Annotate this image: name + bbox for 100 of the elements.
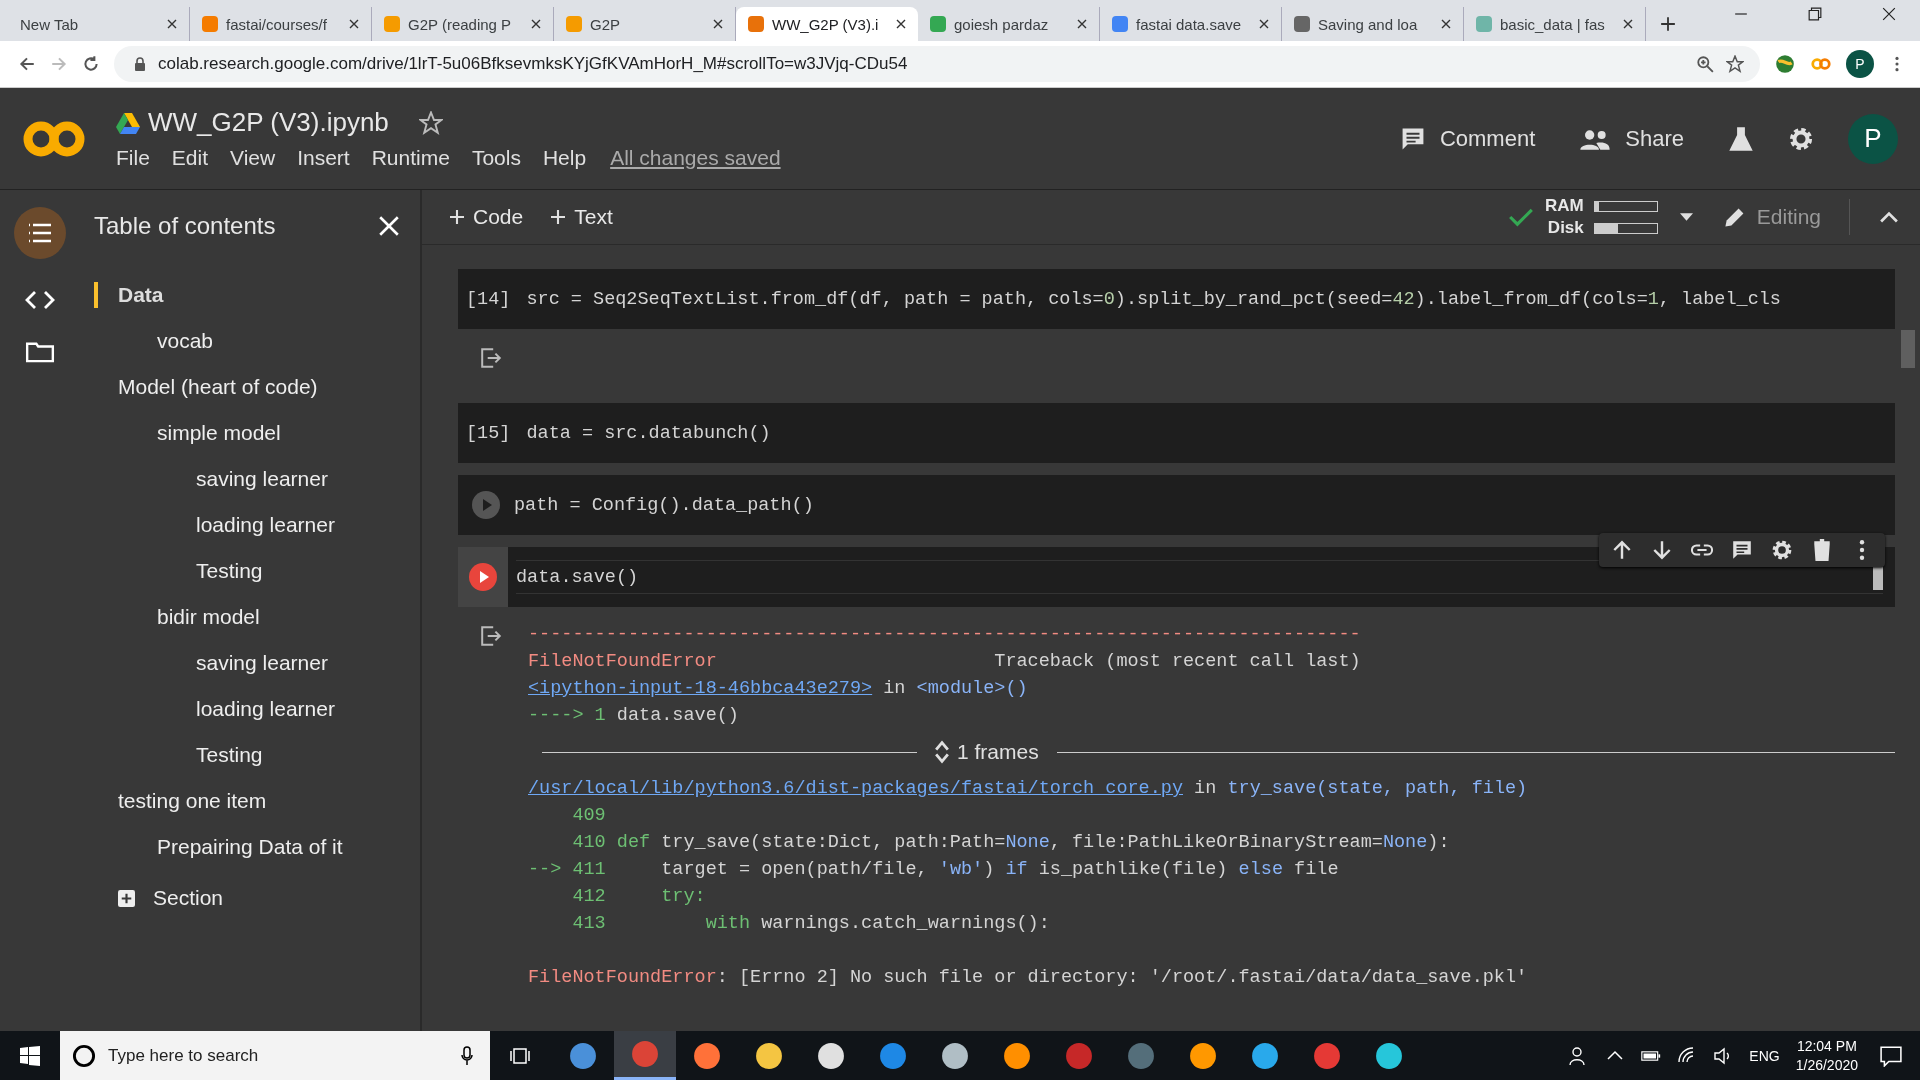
frames-toggle[interactable]: 1 frames <box>935 740 1039 764</box>
menu-item[interactable]: Help <box>542 146 587 170</box>
globe-icon[interactable] <box>1774 53 1796 75</box>
close-icon[interactable] <box>1623 19 1633 29</box>
move-up-icon[interactable] <box>1611 539 1633 561</box>
caret-icon[interactable] <box>1679 212 1693 222</box>
output-icon[interactable] <box>480 347 502 369</box>
clock-time[interactable]: 12:04 PM <box>1796 1038 1857 1054</box>
usage-meter <box>1593 200 1658 212</box>
menu-item[interactable]: Edit <box>171 146 209 170</box>
menu-item[interactable]: File <box>116 146 150 170</box>
menu-item[interactable]: Runtime <box>371 146 450 170</box>
task-view-icon[interactable] <box>510 1045 530 1066</box>
share-button[interactable]: Share <box>1579 125 1684 152</box>
traceback-line: 410 def try_save(state:Dict, path:Path=None, file:PathLikeOrBinaryStream=None): <box>571 831 1451 855</box>
toc-item[interactable]: testing one item <box>94 788 267 814</box>
traceback-line: 412 try: <box>571 885 707 909</box>
close-icon[interactable] <box>167 19 177 29</box>
delete-icon[interactable] <box>1811 539 1833 561</box>
run-button[interactable] <box>468 562 498 592</box>
editing-button[interactable]: Editing <box>1722 199 1850 235</box>
menu-item[interactable]: View <box>230 146 276 170</box>
traceback-line: --------------------------------------------------------------------------- <box>528 623 1362 647</box>
toc-item[interactable]: vocab <box>133 328 214 354</box>
add-code-button[interactable]: Code <box>450 205 524 229</box>
people-icon <box>1579 127 1612 150</box>
user-avatar[interactable]: P <box>1848 113 1898 164</box>
notifications-icon[interactable] <box>1880 1044 1902 1067</box>
resource-label: Disk <box>1547 218 1584 238</box>
star-icon[interactable] <box>418 110 443 135</box>
menu-icon[interactable] <box>14 207 66 259</box>
toc-item[interactable]: Testing <box>172 558 263 584</box>
check-icon <box>1509 207 1534 227</box>
toc-item[interactable]: simple model <box>133 420 281 446</box>
code-line: data.save() <box>516 566 640 588</box>
usage-meter <box>1593 222 1658 234</box>
toc-item[interactable]: Model (heart of code) <box>94 374 318 400</box>
reload-icon[interactable] <box>82 55 100 73</box>
lock-icon <box>134 57 146 71</box>
star-icon[interactable] <box>1726 55 1744 73</box>
close-icon[interactable] <box>1259 19 1269 29</box>
menu-item[interactable]: Tools <box>471 146 521 170</box>
toc-item[interactable]: loading learner <box>172 696 335 722</box>
traceback-line: FileNotFoundError Traceback (most recent call last) <box>528 650 1362 674</box>
toc-item[interactable]: Testing <box>172 742 263 768</box>
close-icon[interactable] <box>531 19 541 29</box>
profile-avatar[interactable]: P <box>1846 50 1874 78</box>
execution-count: [14] <box>466 288 511 310</box>
back-icon[interactable] <box>18 55 36 73</box>
output-icon[interactable] <box>480 625 502 647</box>
new-tab-icon[interactable] <box>1660 16 1676 32</box>
traceback-line: 413 with warnings.catch_warnings(): <box>571 912 1051 936</box>
close-icon[interactable] <box>349 19 359 29</box>
language-indicator[interactable]: ENG <box>1749 1047 1780 1064</box>
code-cell[interactable]: [15] data = src.databunch() <box>458 403 1895 463</box>
close-icon[interactable] <box>1441 19 1451 29</box>
taskbar-search-field[interactable]: Type here to search <box>60 1031 490 1080</box>
close-icon[interactable] <box>896 19 906 29</box>
add-text-button[interactable]: Text <box>551 205 613 229</box>
toc-item[interactable]: saving learner <box>172 650 328 676</box>
toc-item[interactable]: bidir model <box>133 604 260 630</box>
move-down-icon[interactable] <box>1651 539 1673 561</box>
notebook-title[interactable]: WW_G2P (V3).ipynb <box>148 107 389 138</box>
add-section-button[interactable]: Section <box>94 886 224 910</box>
plus-icon <box>118 889 135 907</box>
code-icon[interactable] <box>24 289 56 311</box>
close-icon[interactable] <box>1077 19 1087 29</box>
settings-icon[interactable] <box>1771 539 1793 561</box>
comment-icon[interactable] <box>1731 539 1753 561</box>
start-icon[interactable] <box>20 1045 40 1066</box>
browser-tab[interactable]: WW_G2P (V3).i <box>736 7 918 41</box>
folder-icon[interactable] <box>24 341 56 363</box>
code-line: data = src.databunch() <box>526 422 772 444</box>
settings-icon[interactable] <box>1788 125 1814 152</box>
traceback-line: ----> 1 data.save() <box>528 704 740 728</box>
toc-item[interactable]: saving learner <box>172 466 328 492</box>
traceback-line: --> 411 target = open(path/file, 'wb') if is_pathlike(file) else file <box>528 858 1340 882</box>
toc-item[interactable]: Prepairing Data of it <box>133 834 343 860</box>
code-cell[interactable]: [14] src = Seq2SeqTextList.from_df(df, path = path, cols=0).split_by_rand_pct(seed=42).label_from_df(cols=1, label_cls <box>458 269 1895 329</box>
file-link[interactable]: /usr/local/lib/python3.6/dist-packages/fastai/torch_core.py <box>528 778 1183 799</box>
collapse-icon[interactable] <box>1880 211 1898 223</box>
address-field[interactable]: colab.research.google.com/drive/1lrT-5u06BfksevmksKYjGfKVAmHorH_M#scrollTo=w3JVjq-CDu54 <box>114 46 1760 82</box>
toc-item[interactable]: Data <box>94 282 164 308</box>
close-icon[interactable] <box>713 19 723 29</box>
clock-date[interactable]: 1/26/2020 <box>1795 1057 1858 1073</box>
circle-icon <box>72 1043 96 1068</box>
restore-icon[interactable] <box>1808 7 1822 21</box>
file-link[interactable]: <ipython-input-18-46bbca43e279> <box>528 678 873 699</box>
toc-item[interactable]: loading learner <box>172 512 335 538</box>
flask-icon[interactable] <box>1728 125 1754 152</box>
close-icon[interactable] <box>1882 7 1896 21</box>
panel-title: Table of contents <box>94 211 276 240</box>
menu-item[interactable]: Insert <box>297 146 350 170</box>
save-status-link[interactable]: All changes saved <box>610 146 781 170</box>
code-cell[interactable]: data.save() <box>458 547 1895 607</box>
comment-button[interactable]: Comment <box>1399 125 1536 152</box>
scrollbar[interactable] <box>1901 330 1915 368</box>
microphone-icon[interactable] <box>460 1045 474 1066</box>
code-cell[interactable]: path = Config().data_path() <box>458 475 1895 535</box>
zoom-icon[interactable] <box>1696 55 1714 73</box>
